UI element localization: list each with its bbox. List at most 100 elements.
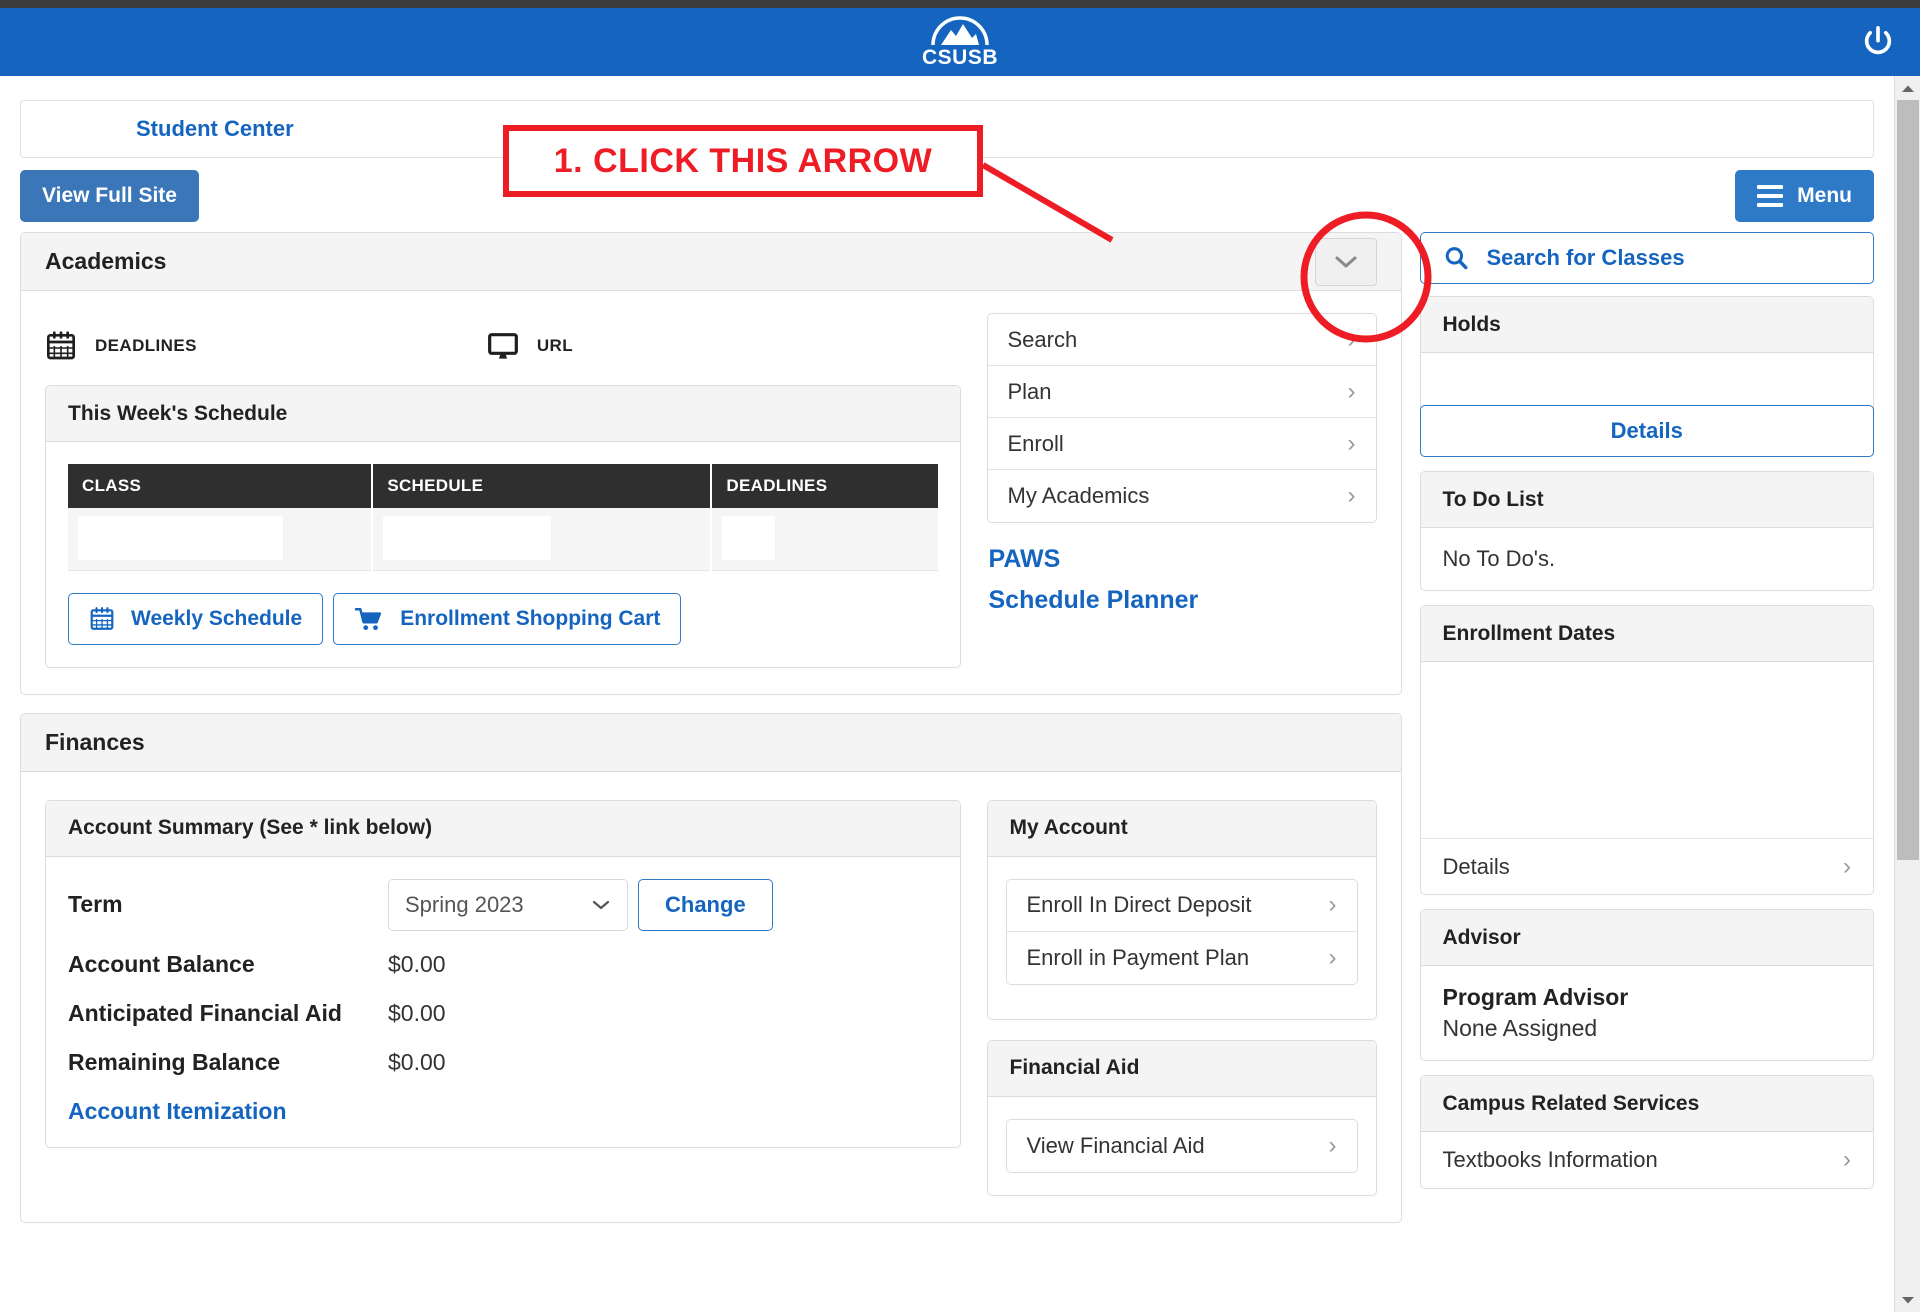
scroll-up-arrow[interactable] — [1895, 76, 1920, 100]
todo-list-empty-text: No To Do's. — [1442, 546, 1556, 571]
textbooks-information-label: Textbooks Information — [1442, 1147, 1658, 1172]
view-financial-aid-row[interactable]: View Financial Aid › — [1006, 1119, 1357, 1172]
program-advisor-value: None Assigned — [1442, 1015, 1598, 1041]
advisor-header: Advisor — [1420, 910, 1873, 966]
remaining-balance-label: Remaining Balance — [68, 1048, 281, 1075]
cell-class — [68, 508, 374, 571]
left-column: Academics DEADLINES URL This Week's Sche… — [20, 232, 1402, 1223]
academics-link-enroll[interactable]: Enroll › — [987, 418, 1376, 470]
holds-card: Holds Details — [1419, 296, 1874, 457]
enrollment-dates-card: Enrollment Dates Details › — [1419, 605, 1874, 895]
campus-related-services-card: Campus Related Services Textbooks Inform… — [1419, 1075, 1874, 1189]
advisor-card: Advisor Program Advisor None Assigned — [1419, 909, 1874, 1061]
finances-left: Account Summary (See * link below) Term … — [45, 794, 961, 1196]
paws-link[interactable]: PAWS — [989, 545, 1377, 574]
table-row — [68, 508, 938, 571]
chevron-right-icon: › — [1347, 429, 1356, 457]
change-term-button[interactable]: Change — [638, 878, 773, 931]
menu-button[interactable]: Menu — [1735, 170, 1874, 222]
search-for-classes-button[interactable]: Search for Classes — [1419, 232, 1874, 284]
enrollment-shopping-cart-button[interactable]: Enrollment Shopping Cart — [333, 592, 682, 645]
enrollment-cart-button-label: Enrollment Shopping Cart — [400, 606, 661, 630]
schedule-buttons: Weekly Schedule Enrollment Shopping Cart — [68, 592, 938, 645]
academics-panel: Academics DEADLINES URL This Week's Sche… — [20, 232, 1402, 695]
browser-chrome-strip — [0, 0, 1920, 8]
scrollbar-thumb[interactable] — [1897, 100, 1919, 860]
remaining-balance-value: $0.00 — [388, 1048, 446, 1075]
academics-right: Search › Plan › Enroll › My Academics › … — [986, 313, 1377, 668]
academics-collapse-button[interactable] — [1314, 237, 1377, 286]
annotation-callout: 1. CLICK THIS ARROW — [503, 125, 983, 197]
financial-aid-title: Financial Aid — [1009, 1056, 1140, 1079]
page-viewport: Student Center View Full Site Menu Acade… — [0, 76, 1920, 1312]
app-root: CSUSB Student Center View Full Site Menu — [0, 0, 1920, 1312]
advisor-body: Program Advisor None Assigned — [1421, 966, 1874, 1060]
enrollment-dates-details-row[interactable]: Details › — [1420, 838, 1873, 894]
view-full-site-button[interactable]: View Full Site — [20, 170, 199, 222]
schedule-table-header-row: CLASS SCHEDULE DEADLINES — [68, 464, 938, 508]
account-balance-row: Account Balance $0.00 — [68, 951, 938, 978]
chevron-right-icon: › — [1347, 482, 1356, 509]
anticipated-aid-label: Anticipated Financial Aid — [68, 999, 342, 1026]
view-financial-aid-label: View Financial Aid — [1026, 1132, 1205, 1158]
academics-link-my-academics-label: My Academics — [1007, 483, 1150, 508]
chevron-right-icon: › — [1328, 1131, 1337, 1159]
account-summary-header: Account Summary (See * link below) — [46, 800, 960, 857]
weekly-schedule-panel: This Week's Schedule CLASS SCHEDULE DEAD… — [45, 385, 961, 668]
chevron-right-icon: › — [1328, 943, 1337, 971]
account-itemization-link[interactable]: Account Itemization — [68, 1098, 287, 1125]
calendar-icon — [47, 331, 75, 360]
enroll-payment-plan-row[interactable]: Enroll in Payment Plan › — [1006, 931, 1357, 984]
academics-panel-header: Academics — [21, 233, 1401, 291]
term-label: Term — [68, 891, 123, 917]
student-center-link[interactable]: Student Center — [136, 116, 294, 142]
academics-plain-links: PAWS Schedule Planner — [987, 545, 1377, 615]
csusb-logo[interactable]: CSUSB — [914, 12, 1006, 74]
finances-panel-header: Finances — [21, 713, 1401, 772]
schedule-planner-link[interactable]: Schedule Planner — [989, 586, 1377, 615]
chevron-right-icon: › — [1347, 325, 1356, 353]
quick-icon-url-label: URL — [536, 336, 573, 355]
academics-quick-icons: DEADLINES URL — [45, 313, 961, 379]
annotation-text: 1. CLICK THIS ARROW — [553, 141, 933, 180]
weekly-schedule-button-label: Weekly Schedule — [131, 606, 303, 630]
scroll-down-arrow[interactable] — [1895, 1288, 1920, 1312]
my-account-panel: My Account Enroll In Direct Deposit › En… — [986, 799, 1377, 1020]
chevron-right-icon: › — [1843, 1146, 1851, 1173]
account-summary-panel: Account Summary (See * link below) Term … — [45, 799, 961, 1148]
chevron-down-icon — [1335, 256, 1356, 267]
holds-details-button[interactable]: Details — [1419, 405, 1874, 457]
enrollment-dates-details-label: Details — [1442, 853, 1510, 879]
academics-link-plan[interactable]: Plan › — [987, 366, 1376, 418]
textbooks-information-row[interactable]: Textbooks Information › — [1421, 1132, 1874, 1188]
cart-icon — [354, 607, 382, 630]
academics-title: Academics — [45, 248, 167, 274]
enroll-direct-deposit-row[interactable]: Enroll In Direct Deposit › — [1006, 879, 1357, 932]
term-select[interactable]: Spring 2023 — [388, 878, 628, 931]
weekly-schedule-button[interactable]: Weekly Schedule — [68, 592, 324, 645]
program-advisor-label: Program Advisor — [1442, 984, 1629, 1010]
finances-panel: Finances Account Summary (See * link bel… — [20, 712, 1402, 1223]
my-account-body: Enroll In Direct Deposit › Enroll in Pay… — [988, 857, 1376, 1019]
weekly-schedule-title: This Week's Schedule — [68, 401, 288, 425]
enroll-direct-deposit-label: Enroll In Direct Deposit — [1026, 892, 1252, 917]
advisor-title: Advisor — [1442, 925, 1521, 949]
holds-header: Holds — [1420, 297, 1873, 353]
page-content: Student Center View Full Site Menu Acade… — [0, 76, 1894, 1223]
weekly-schedule-header: This Week's Schedule — [46, 386, 960, 442]
quick-icon-url[interactable]: URL — [487, 330, 573, 362]
academics-panel-body: DEADLINES URL This Week's Schedule CLASS… — [21, 291, 1401, 694]
academics-link-my-academics[interactable]: My Academics › — [987, 470, 1376, 522]
academics-link-search[interactable]: Search › — [987, 314, 1376, 366]
todo-list-card: To Do List No To Do's. — [1419, 471, 1874, 591]
power-icon[interactable] — [1852, 16, 1904, 68]
vertical-scrollbar[interactable] — [1894, 76, 1920, 1312]
finances-right: My Account Enroll In Direct Deposit › En… — [986, 794, 1377, 1196]
anticipated-aid-row: Anticipated Financial Aid $0.00 — [68, 1000, 938, 1027]
quick-icon-deadlines[interactable]: DEADLINES — [45, 330, 197, 362]
academics-link-plan-label: Plan — [1007, 378, 1052, 404]
financial-aid-panel: Financial Aid View Financial Aid › — [986, 1039, 1377, 1196]
finances-title: Finances — [45, 728, 145, 755]
column-header-class: CLASS — [68, 464, 374, 508]
main-columns: Academics DEADLINES URL This Week's Sche… — [20, 232, 1874, 1223]
